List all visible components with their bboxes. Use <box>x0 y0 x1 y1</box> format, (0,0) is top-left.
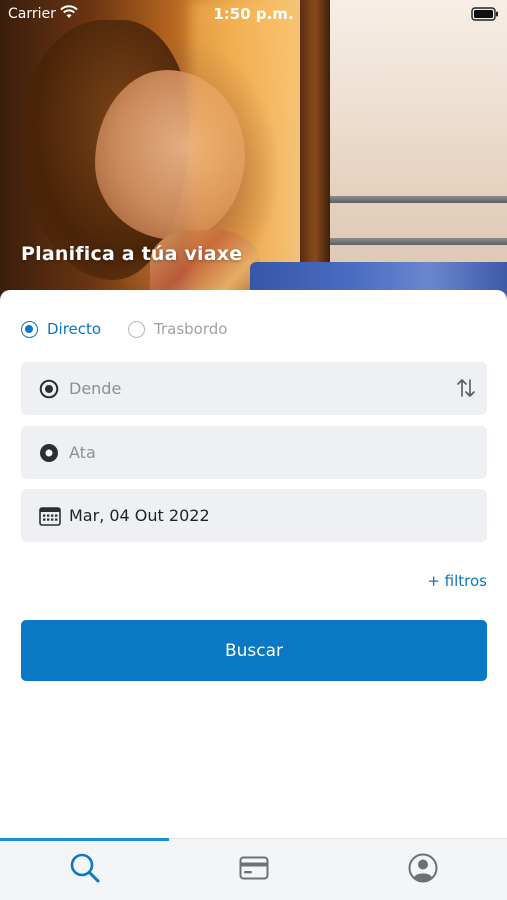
destination-placeholder: Ata <box>69 443 96 462</box>
tab-cards[interactable] <box>169 839 338 900</box>
search-icon <box>69 852 101 888</box>
radio-direct-label: Directo <box>47 320 102 338</box>
radio-selected-icon <box>21 320 38 338</box>
radio-transfer[interactable]: Trasbordo <box>128 320 227 338</box>
radio-transfer-label: Trasbordo <box>154 320 228 338</box>
calendar-icon <box>39 506 61 530</box>
search-card: Directo Trasbordo Dende Ata Mar, 04 Out … <box>0 290 507 838</box>
status-bar: Carrier 1:50 p.m. <box>0 0 507 28</box>
origin-marker-icon <box>39 379 59 403</box>
origin-placeholder: Dende <box>69 379 122 398</box>
hero-title: Planifica a túa viaxe <box>21 243 243 265</box>
battery-icon <box>471 7 499 25</box>
destination-field[interactable]: Ata <box>21 426 487 479</box>
tab-profile[interactable] <box>338 839 507 900</box>
date-value: Mar, 04 Out 2022 <box>69 506 210 525</box>
swap-icon[interactable] <box>455 377 477 403</box>
search-button[interactable]: Buscar <box>21 620 487 681</box>
origin-field[interactable]: Dende <box>21 362 487 415</box>
tab-search[interactable] <box>0 839 169 900</box>
radio-unselected-icon <box>128 320 145 338</box>
card-icon <box>239 856 269 884</box>
filters-link[interactable]: + filtros <box>427 572 487 590</box>
destination-marker-icon <box>39 443 59 467</box>
tab-bar <box>0 838 507 900</box>
radio-direct[interactable]: Directo <box>21 320 101 338</box>
status-time: 1:50 p.m. <box>213 5 294 23</box>
date-field[interactable]: Mar, 04 Out 2022 <box>21 489 487 542</box>
profile-icon <box>408 853 438 887</box>
